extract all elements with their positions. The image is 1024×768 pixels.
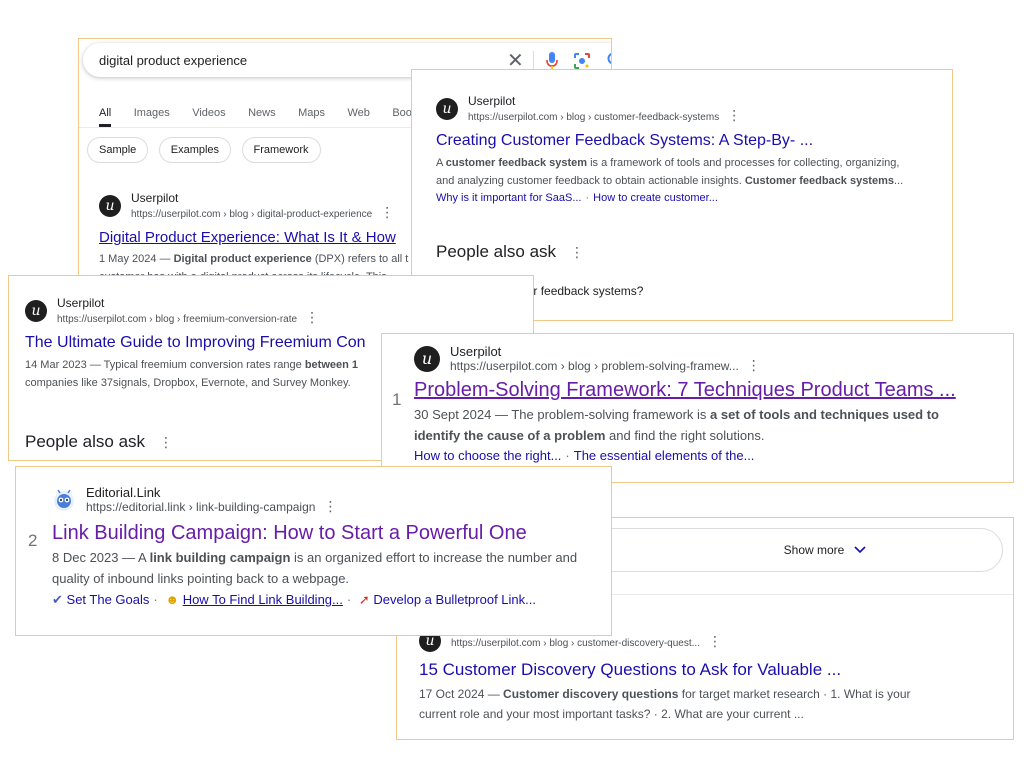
result-snippet: A customer feedback system is a framewor…: [436, 157, 904, 187]
editorial-link-logo-icon: [54, 489, 74, 511]
rocket-icon: ➚: [358, 592, 370, 607]
result-snippet: 30 Sept 2024 — The problem-solving frame…: [414, 407, 939, 443]
result-snippet: 8 Dec 2023 — A link building campaign is…: [52, 550, 578, 586]
sitelink-why-important[interactable]: Why is it important for SaaS...: [436, 192, 582, 204]
sitelink-essential-elements[interactable]: The essential elements of the...: [574, 448, 755, 463]
result-title-link[interactable]: Link Building Campaign: How to Start a P…: [52, 522, 611, 545]
discovery-result: u Userpilot https://userpilot.com › blog…: [419, 620, 1009, 724]
site-url: https://editorial.link › link-building-c…: [86, 500, 316, 514]
site-url: https://userpilot.com › blog › freemium-…: [57, 314, 298, 325]
sitelink-find-link-building[interactable]: How To Find Link Building...: [183, 592, 343, 607]
filter-chips: Sample Examples Framework: [87, 137, 327, 163]
result-number: 2: [28, 531, 38, 550]
sitelinks: How to choose the right... · The essential…: [414, 448, 755, 463]
more-options-icon[interactable]: ⋮: [727, 107, 741, 123]
result-source[interactable]: Editorial.Link https://editorial.link › …: [52, 485, 611, 514]
result-source[interactable]: u Userpilot https://userpilot.com › blog…: [414, 344, 1013, 373]
tab-news[interactable]: News: [248, 107, 276, 127]
sitelinks: Why is it important for SaaS... · How to c…: [436, 192, 718, 204]
more-options-icon[interactable]: ⋮: [708, 633, 722, 649]
sitelink-how-to-create[interactable]: How to create customer...: [593, 192, 718, 204]
thinking-face-icon: ☻: [165, 592, 180, 607]
problem-solving-result: u Userpilot https://userpilot.com › blog…: [414, 344, 1013, 466]
site-name: Editorial.Link: [86, 485, 161, 500]
more-options-icon[interactable]: ⋮: [323, 498, 337, 514]
site-name: Userpilot: [450, 344, 502, 359]
more-options-icon[interactable]: ⋮: [305, 309, 319, 325]
divider: [533, 51, 534, 69]
site-name: Userpilot: [468, 94, 516, 108]
chip-sample[interactable]: Sample: [87, 137, 149, 163]
chip-examples[interactable]: Examples: [158, 137, 232, 163]
sitelink-set-goals[interactable]: Set The Goals: [67, 592, 150, 607]
people-also-ask-heading: People also ask ⋮: [436, 242, 584, 261]
chevron-down-icon: [854, 546, 866, 554]
result-source[interactable]: u Userpilot https://userpilot.com › blog…: [25, 296, 533, 326]
show-more-label: Show more: [783, 543, 845, 557]
search-input[interactable]: digital product experience: [99, 53, 247, 68]
search-icon[interactable]: [607, 52, 612, 68]
tab-images[interactable]: Images: [134, 107, 170, 127]
result-number: 1: [392, 390, 402, 409]
site-name: Userpilot: [57, 296, 105, 310]
more-options-icon[interactable]: ⋮: [380, 204, 394, 220]
site-url: https://userpilot.com › blog › digital-p…: [131, 209, 373, 220]
more-options-icon[interactable]: ⋮: [747, 357, 761, 373]
tab-maps[interactable]: Maps: [298, 107, 325, 127]
feedback-result: u Userpilot https://userpilot.com › blog…: [436, 94, 946, 298]
link-building-result-card: 2 Editorial.Link https://editorial.link …: [15, 466, 612, 636]
userpilot-logo-icon: u: [99, 195, 121, 217]
result-title-link[interactable]: Problem-Solving Framework: 7 Techniques …: [414, 379, 1013, 402]
site-url: https://userpilot.com › blog › customer-…: [468, 112, 720, 123]
sitelinks: ✔ Set The Goals · ☻ How To Find Link Buil…: [52, 592, 536, 607]
search-tabs: All Images Videos News Maps Web Books: [99, 103, 441, 127]
tab-all[interactable]: All: [99, 107, 112, 127]
result-snippet: 17 Oct 2024 — Customer discovery questio…: [419, 687, 911, 721]
userpilot-logo-icon: u: [436, 98, 458, 120]
site-name: Userpilot: [131, 191, 179, 205]
lens-icon[interactable]: [573, 52, 591, 70]
tab-web[interactable]: Web: [347, 107, 369, 127]
checkmark-icon: ✔: [52, 592, 63, 607]
problem-solving-result-card: 1 u Userpilot https://userpilot.com › bl…: [381, 333, 1014, 483]
sitelink-how-to-choose[interactable]: How to choose the right...: [414, 448, 561, 463]
link-building-result: Editorial.Link https://editorial.link › …: [52, 485, 611, 611]
result-title-link[interactable]: 15 Customer Discovery Questions to Ask f…: [419, 660, 1009, 680]
more-options-icon[interactable]: ⋮: [159, 434, 173, 450]
result-source[interactable]: u Userpilot https://userpilot.com › blog…: [436, 94, 946, 124]
sitelink-bulletproof-link[interactable]: Develop a Bulletproof Link...: [373, 592, 536, 607]
more-options-icon[interactable]: ⋮: [570, 244, 584, 260]
site-url: https://userpilot.com › blog › customer-…: [451, 638, 700, 649]
site-url: https://userpilot.com › blog › problem-s…: [450, 359, 739, 373]
userpilot-logo-icon: u: [25, 300, 47, 322]
microphone-icon[interactable]: [545, 51, 559, 71]
result-title-link[interactable]: Creating Customer Feedback Systems: A St…: [436, 132, 946, 150]
tab-videos[interactable]: Videos: [192, 107, 225, 127]
chip-framework[interactable]: Framework: [241, 137, 321, 163]
userpilot-logo-icon: u: [414, 345, 440, 372]
